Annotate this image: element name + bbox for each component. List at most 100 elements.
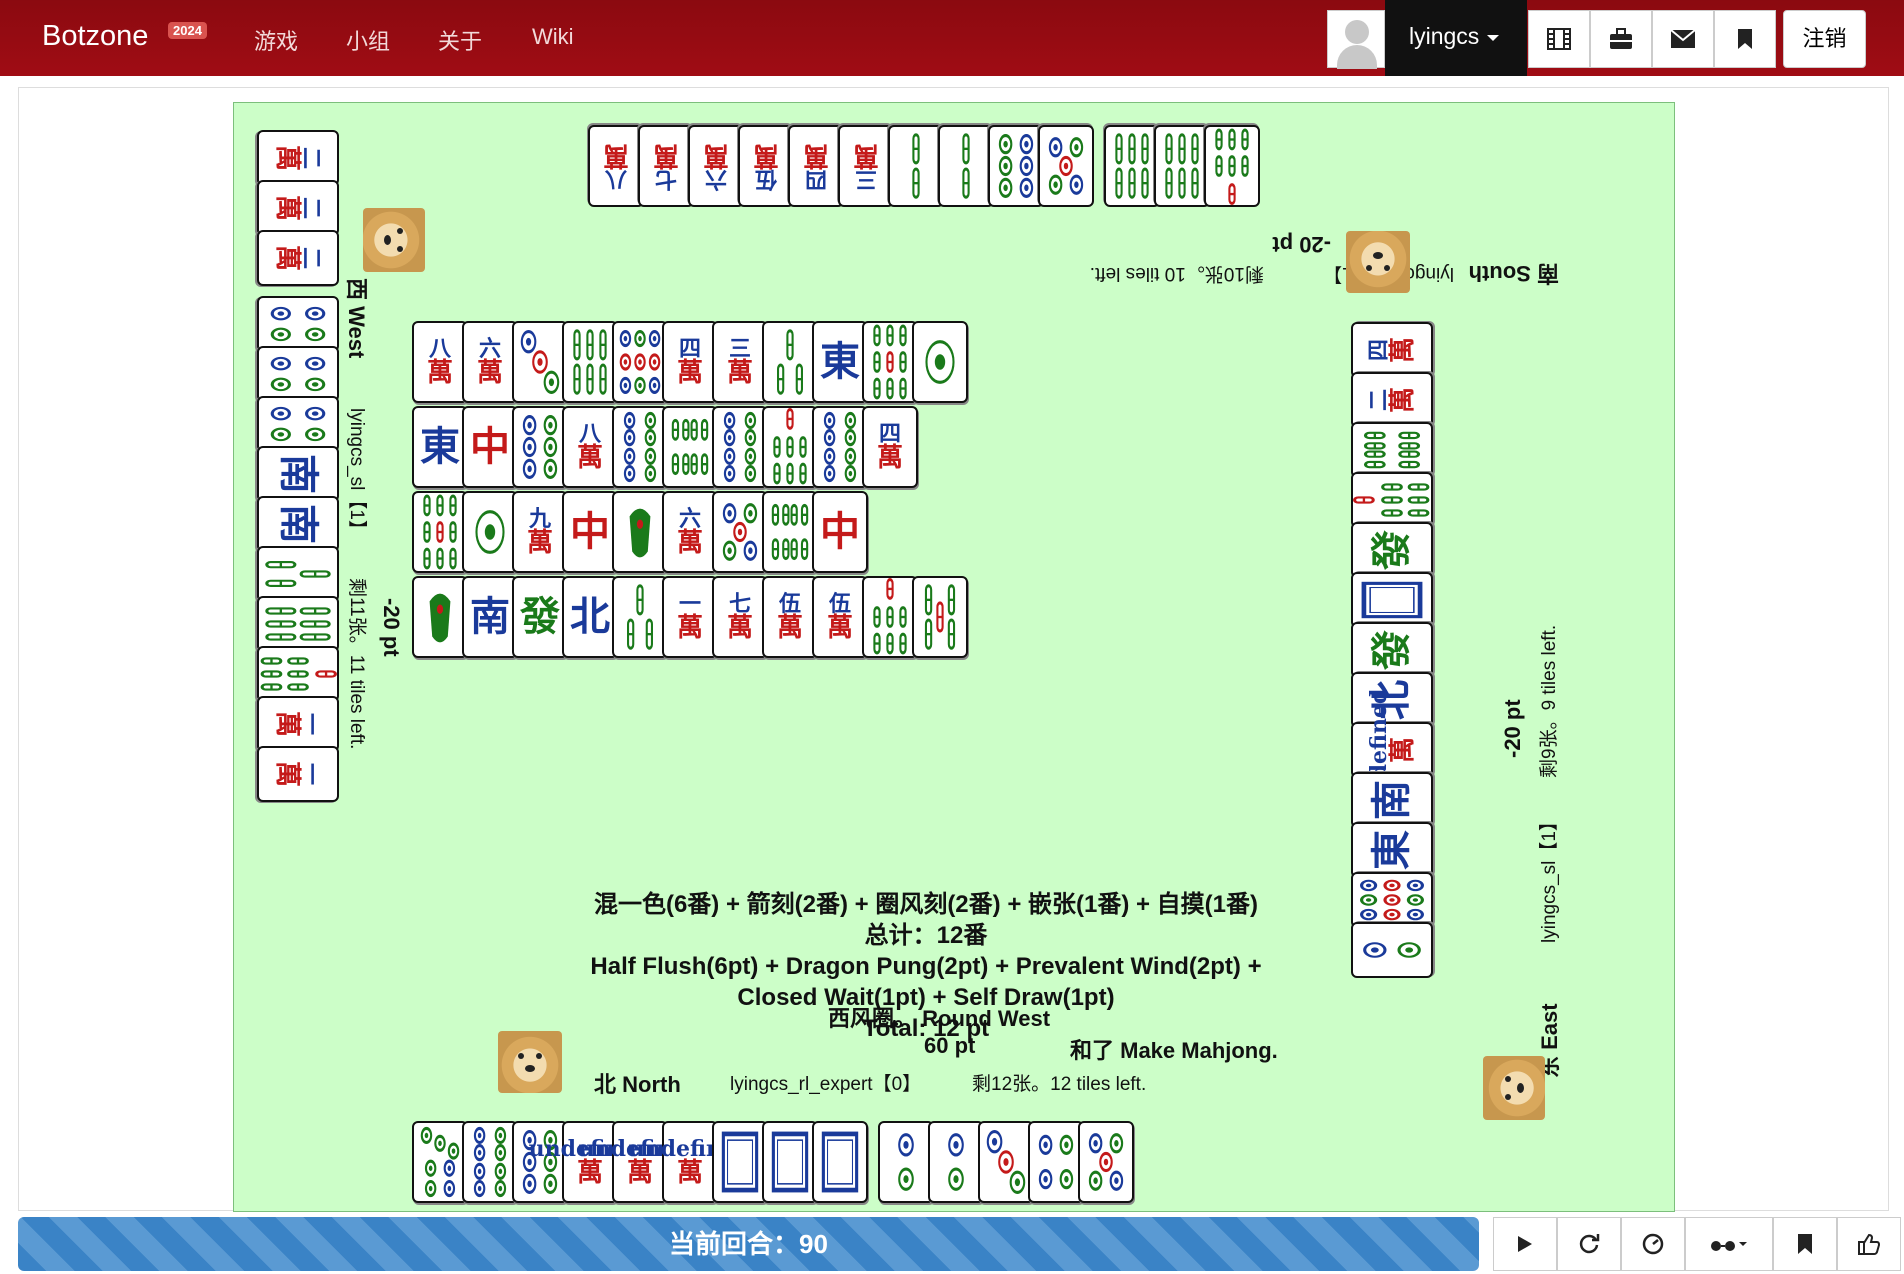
thumbs-up-icon[interactable] bbox=[1837, 1217, 1901, 1271]
play-icon[interactable] bbox=[1493, 1217, 1557, 1271]
north-score: 60 pt bbox=[924, 1033, 976, 1058]
envelope-icon[interactable] bbox=[1652, 10, 1714, 68]
username: lyingcs bbox=[1409, 23, 1480, 49]
east-hand-tile: 二萬 bbox=[1351, 372, 1433, 428]
discard-tile bbox=[612, 491, 668, 573]
south-hand-tile: 八萬 bbox=[588, 125, 644, 207]
discard-tile: 六萬 bbox=[662, 491, 718, 573]
discard-tile bbox=[862, 321, 918, 403]
discard-tile bbox=[712, 406, 768, 488]
discard-tile bbox=[412, 576, 468, 658]
east-hand-tile: 四萬 bbox=[1351, 322, 1433, 378]
discard-tile: 伍萬 bbox=[762, 576, 818, 658]
briefcase-icon[interactable] bbox=[1590, 10, 1652, 68]
west-hand-tile: 一萬 bbox=[257, 696, 339, 752]
discard-tile: 三萬 bbox=[712, 321, 768, 403]
west-hand-tile: 一萬 bbox=[257, 746, 339, 802]
north-hand-tile bbox=[512, 1121, 568, 1203]
north-hand-tile bbox=[978, 1121, 1034, 1203]
north-avatar bbox=[498, 1031, 562, 1093]
north-hand-tile bbox=[928, 1121, 984, 1203]
discard-tile: 七萬 bbox=[712, 576, 768, 658]
south-hand-tile: 六萬 bbox=[688, 125, 744, 207]
north-hand-tile bbox=[1078, 1121, 1134, 1203]
north-hand-tile: undefined 萬 bbox=[629, 1121, 751, 1203]
discard-tile bbox=[412, 491, 468, 573]
discard-tile: 八萬 bbox=[562, 406, 618, 488]
south-hand-tile: 伍萬 bbox=[738, 125, 794, 207]
view-icon[interactable] bbox=[1685, 1217, 1773, 1271]
bookmark-icon[interactable] bbox=[1773, 1217, 1837, 1271]
discard-tile bbox=[762, 491, 818, 573]
east-player-name: lyingcs_sl【1】 bbox=[1539, 812, 1560, 943]
turn-label: 当前回合：90 bbox=[669, 1229, 828, 1259]
west-hand-tile: 二萬 bbox=[257, 230, 339, 286]
fan-en-1: Half Flush(6pt) + Dragon Pung(2pt) + Pre… bbox=[590, 953, 1262, 980]
east-hand-tile bbox=[1351, 422, 1433, 478]
south-hand-tile bbox=[1104, 125, 1160, 207]
logout-button[interactable]: 注销 bbox=[1783, 10, 1866, 68]
discard-tile bbox=[762, 406, 818, 488]
discard-tile: 四萬 bbox=[662, 321, 718, 403]
north-hand-tile: undefined 萬 bbox=[529, 1121, 651, 1203]
west-hand-tile: 二萬 bbox=[257, 130, 339, 186]
south-hand-tile bbox=[988, 125, 1044, 207]
discard-tile: 東 bbox=[412, 406, 468, 488]
nav-groups[interactable]: 小组 bbox=[346, 24, 390, 56]
west-avatar bbox=[363, 208, 425, 272]
west-hand-tile bbox=[257, 546, 339, 602]
nav-wiki[interactable]: Wiki bbox=[532, 24, 574, 50]
south-hand-tile: 四萬 bbox=[788, 125, 844, 207]
user-avatar[interactable] bbox=[1327, 10, 1385, 69]
nav-about[interactable]: 关于 bbox=[438, 24, 482, 56]
south-score: -20 pt bbox=[1272, 232, 1331, 257]
north-seat: 北 North bbox=[594, 1072, 681, 1097]
nav-games[interactable]: 游戏 bbox=[254, 24, 298, 56]
discard-tile: 八萬 bbox=[412, 321, 468, 403]
south-hand-tile bbox=[1154, 125, 1210, 207]
north-hand-tile bbox=[462, 1121, 518, 1203]
south-hand-tile: 七萬 bbox=[638, 125, 694, 207]
discard-tile bbox=[612, 576, 668, 658]
discard-tile bbox=[662, 406, 718, 488]
east-hand-tile: 東 bbox=[1351, 822, 1433, 878]
discard-tile bbox=[512, 321, 568, 403]
discard-tile: 六萬 bbox=[462, 321, 518, 403]
year-badge: 2024 bbox=[168, 22, 207, 39]
south-hand-tile bbox=[938, 125, 994, 207]
west-hand-tile bbox=[257, 596, 339, 652]
discard-tile bbox=[912, 321, 968, 403]
north-remaining: 剩12张。12 tiles left. bbox=[972, 1074, 1147, 1095]
turn-progress-bar: 当前回合：90 bbox=[18, 1217, 1479, 1271]
east-hand-tile: 發 bbox=[1351, 622, 1433, 678]
north-hand-tile bbox=[762, 1121, 818, 1203]
speed-icon[interactable] bbox=[1621, 1217, 1685, 1271]
discard-tile: 中 bbox=[812, 491, 868, 573]
film-icon[interactable] bbox=[1528, 10, 1590, 68]
west-seat: 西 West bbox=[344, 278, 369, 359]
south-info: 南 South lyingcs_sl【1】 剩10张。10 tiles left… bbox=[814, 231, 1574, 291]
user-dropdown[interactable]: lyingcs bbox=[1385, 0, 1527, 76]
north-player-name: lyingcs_rl_expert【0】 bbox=[730, 1074, 922, 1095]
discard-tile bbox=[862, 576, 918, 658]
east-hand-tile: undefined 萬 bbox=[1351, 689, 1433, 811]
north-hand-tile bbox=[1028, 1121, 1084, 1203]
discard-tile bbox=[812, 406, 868, 488]
west-info: 西 West lyingcs_sl【1】 剩11张。11 tiles left.… bbox=[334, 278, 404, 838]
west-score: -20 pt bbox=[379, 598, 404, 657]
east-hand-tile bbox=[1351, 472, 1433, 528]
west-hand-tile bbox=[257, 646, 339, 702]
bookmark-icon[interactable] bbox=[1714, 10, 1776, 68]
west-hand-tile: 南 bbox=[257, 446, 339, 502]
brand-logo[interactable]: Botzone bbox=[42, 20, 148, 53]
caret-down-icon bbox=[1487, 34, 1500, 41]
refresh-icon[interactable] bbox=[1557, 1217, 1621, 1271]
south-seat: 南 South bbox=[1468, 261, 1559, 286]
north-hand-tile: undefined 萬 bbox=[579, 1121, 701, 1203]
west-hand-tile bbox=[257, 296, 339, 352]
north-hand-tile bbox=[712, 1121, 768, 1203]
west-hand-tile bbox=[257, 346, 339, 402]
mahjong-board: 八萬七萬六萬伍萬四萬三萬二萬二萬二萬南南一萬一萬四萬二萬發發北 undefined… bbox=[233, 102, 1675, 1212]
discard-tile: 東 bbox=[812, 321, 868, 403]
discard-tile: 發 bbox=[512, 576, 568, 658]
